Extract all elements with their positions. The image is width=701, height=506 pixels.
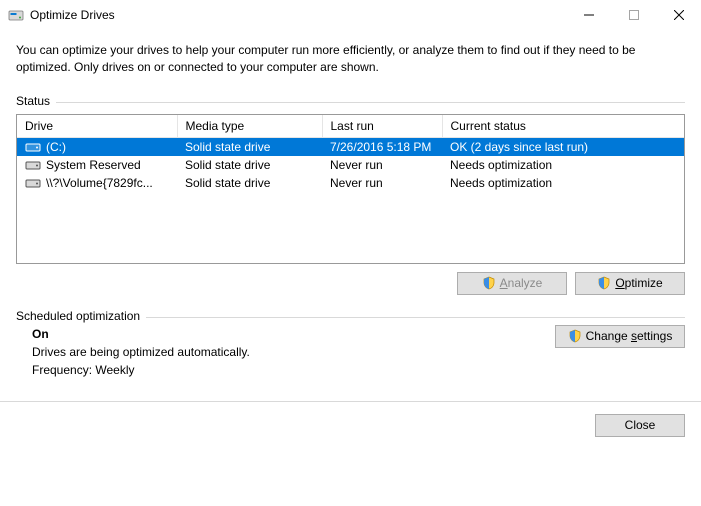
table-row[interactable]: System Reserved Solid state driveNever ru… bbox=[17, 156, 684, 174]
drive-status: Needs optimization bbox=[442, 174, 684, 192]
scheduled-state: On bbox=[32, 327, 555, 341]
window-title: Optimize Drives bbox=[30, 8, 566, 22]
col-media-header[interactable]: Media type bbox=[177, 115, 322, 138]
drive-name: (C:) bbox=[46, 140, 66, 154]
change-settings-button[interactable]: Change settings bbox=[555, 325, 685, 348]
drive-media: Solid state drive bbox=[177, 174, 322, 192]
drive-icon bbox=[25, 159, 41, 171]
minimize-button[interactable] bbox=[566, 0, 611, 30]
drive-status: OK (2 days since last run) bbox=[442, 137, 684, 156]
drive-icon bbox=[25, 177, 41, 189]
col-drive-header[interactable]: Drive bbox=[17, 115, 177, 138]
drive-last-run: 7/26/2016 5:18 PM bbox=[322, 137, 442, 156]
close-window-button[interactable] bbox=[656, 0, 701, 30]
close-button[interactable]: Close bbox=[595, 414, 685, 437]
drive-status: Needs optimization bbox=[442, 156, 684, 174]
shield-icon bbox=[597, 276, 611, 290]
footer-bar: Close bbox=[0, 402, 701, 449]
drive-icon bbox=[25, 141, 41, 153]
shield-icon bbox=[482, 276, 496, 290]
col-status-header[interactable]: Current status bbox=[442, 115, 684, 138]
drives-table[interactable]: Drive Media type Last run Current status… bbox=[17, 115, 684, 192]
drive-media: Solid state drive bbox=[177, 156, 322, 174]
table-row[interactable]: (C:) Solid state drive7/26/2016 5:18 PMOK… bbox=[17, 137, 684, 156]
shield-icon bbox=[568, 329, 582, 343]
optimize-button[interactable]: Optimize bbox=[575, 272, 685, 295]
app-icon bbox=[8, 7, 24, 23]
drive-last-run: Never run bbox=[322, 174, 442, 192]
drive-last-run: Never run bbox=[322, 156, 442, 174]
analyze-button[interactable]: Analyze bbox=[457, 272, 567, 295]
intro-text: You can optimize your drives to help you… bbox=[16, 42, 685, 76]
drives-table-frame: Drive Media type Last run Current status… bbox=[16, 114, 685, 264]
scheduled-section: Scheduled optimization On Drives are bei… bbox=[16, 309, 685, 381]
title-bar: Optimize Drives bbox=[0, 0, 701, 30]
status-label: Status bbox=[16, 94, 56, 108]
maximize-button[interactable] bbox=[611, 0, 656, 30]
drive-media: Solid state drive bbox=[177, 137, 322, 156]
drive-name: System Reserved bbox=[46, 158, 141, 172]
scheduled-label: Scheduled optimization bbox=[16, 309, 146, 323]
drive-name: \\?\Volume{7829fc... bbox=[46, 176, 153, 190]
scheduled-desc: Drives are being optimized automatically… bbox=[32, 345, 555, 359]
table-row[interactable]: \\?\Volume{7829fc... Solid state driveNev… bbox=[17, 174, 684, 192]
status-section: Status Drive Media type Last run Current… bbox=[16, 94, 685, 295]
scheduled-frequency: Frequency: Weekly bbox=[32, 363, 555, 377]
col-last-header[interactable]: Last run bbox=[322, 115, 442, 138]
